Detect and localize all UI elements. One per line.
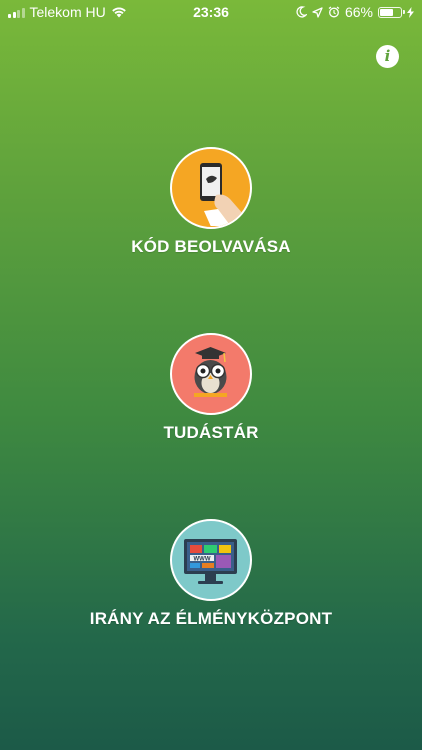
battery-percent: 66% <box>344 4 373 20</box>
menu-item-knowledge-base[interactable]: TUDÁSTÁR <box>0 333 422 443</box>
knowledge-base-label[interactable]: TUDÁSTÁR <box>0 423 422 443</box>
experience-center-label[interactable]: IRÁNY AZ ÉLMÉNYKÖZPONT <box>0 609 422 629</box>
status-right: 66% <box>296 4 414 20</box>
battery-icon <box>378 6 405 18</box>
info-button[interactable]: i <box>376 45 399 68</box>
www-label: WWW <box>194 557 211 563</box>
status-bar: Telekom HU 23:36 66% <box>0 0 422 24</box>
knowledge-base-icon-circle[interactable] <box>170 333 252 415</box>
alarm-icon <box>328 6 340 18</box>
scan-code-icon-circle[interactable] <box>170 147 252 229</box>
owl-icon <box>194 347 227 397</box>
menu-item-experience-center[interactable]: WWW IRÁNY AZ ÉLMÉNYKÖZPONT <box>0 519 422 629</box>
location-icon <box>312 6 323 18</box>
experience-center-icon-circle[interactable]: WWW <box>170 519 252 601</box>
scan-code-label[interactable]: KÓD BEOLVAVÁSA <box>0 237 422 257</box>
moon-icon <box>296 6 307 18</box>
menu-item-scan-code[interactable]: KÓD BEOLVAVÁSA <box>0 147 422 257</box>
monitor-www-icon: WWW <box>184 539 237 584</box>
phone-scan-icon <box>200 163 244 226</box>
charging-bolt-icon <box>407 6 414 18</box>
